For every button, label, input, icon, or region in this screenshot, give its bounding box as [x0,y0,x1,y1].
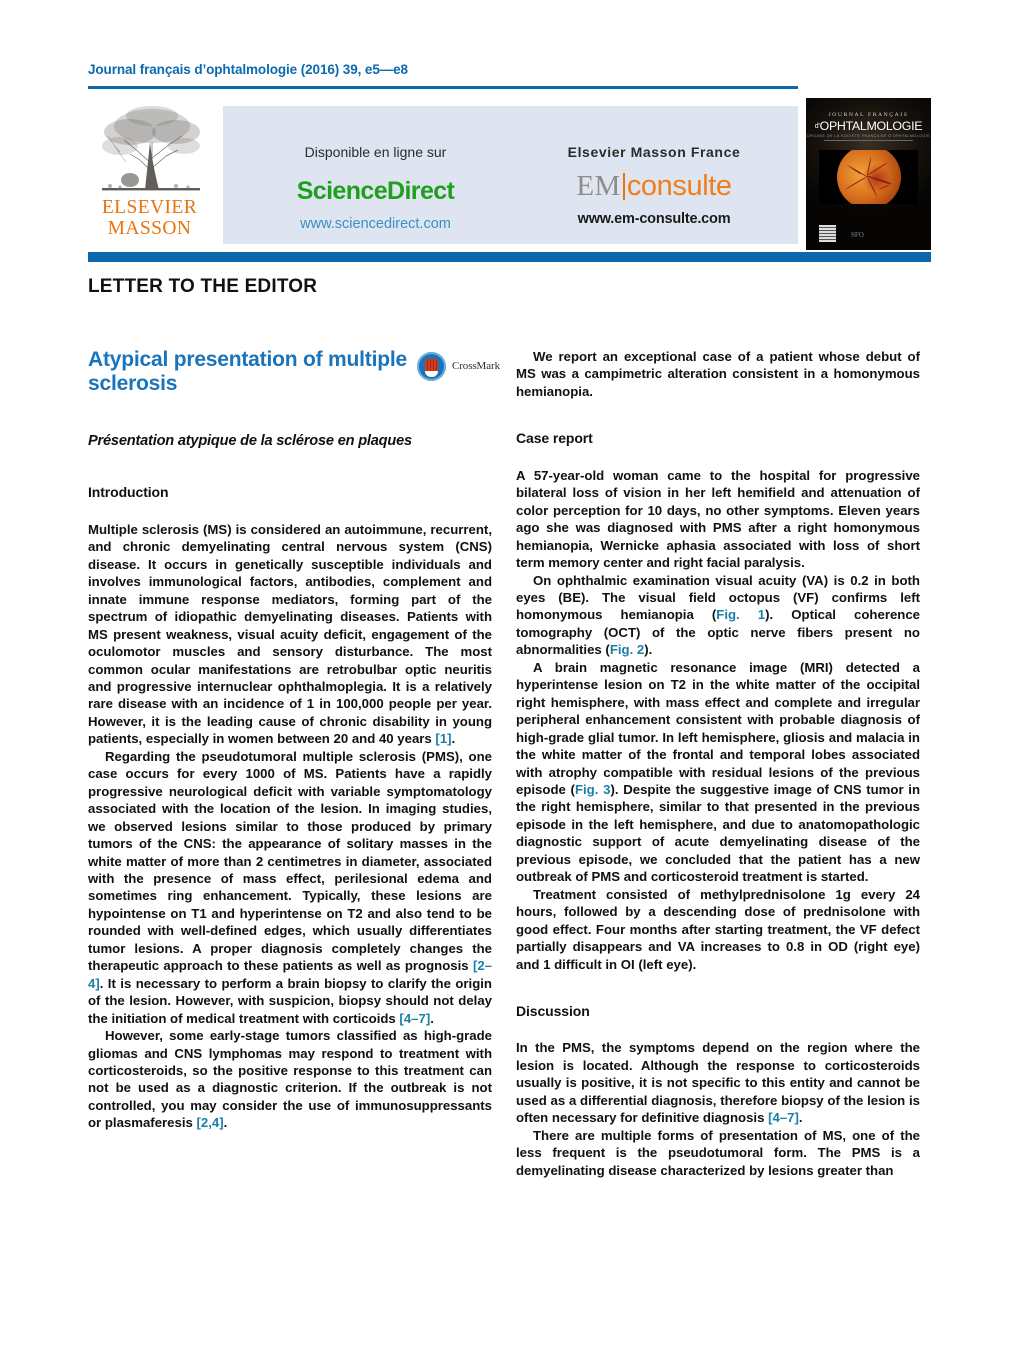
fundus-image [836,150,901,204]
logo-line-masson: MASSON [107,218,192,239]
section-label: LETTER TO THE EDITOR [88,276,318,297]
emconsulte-em: EM [576,170,621,202]
heading-introduction: Introduction [88,484,169,501]
society-logo-icon: SFO [851,231,864,239]
heading-discussion: Discussion [516,1002,590,1019]
cover-subtitle: ORGANE DE LA SOCIÉTÉ FRANÇAISE D’OPHTALM… [806,134,931,138]
elsevier-masson-logo: ELSEVIER MASSON [88,102,211,248]
emconsulte-lead: Elsevier Masson France [567,144,741,160]
tree-icon [102,106,200,191]
reference-link[interactable]: [4–7] [399,1011,430,1026]
cover-badge-right: SFO [850,228,870,242]
emconsulte-divider [622,173,625,200]
header-rule-bottom [88,252,931,262]
paragraph: On ophthalmic examination visual acuity … [516,572,920,659]
emconsulte-consulte: consulte [626,170,732,202]
header-rule-top [88,86,798,89]
reference-link[interactable]: [2,4] [197,1115,224,1130]
cover-badge-left [819,225,836,242]
paragraph-text: In the PMS, the symptoms depend on the r… [516,1040,920,1126]
sciencedirect-panel: Disponible en ligne sur ScienceDirect ww… [233,106,518,232]
logo-line-elsevier: ELSEVIER [101,197,198,218]
paragraph-tail: ). [644,642,653,658]
masthead: ELSEVIER MASSON Disponible en ligne sur … [88,100,798,248]
paragraph-tail: . [798,1110,803,1126]
figure-link[interactable]: Fig. 2 [610,642,644,657]
paragraph-text: A brain magnetic resonance image (MRI) d… [516,659,920,797]
paragraph-tail: . [430,1010,434,1026]
cover-kicker: JOURNAL FRANÇAIS [828,112,909,118]
article-page: Journal français d’ophtalmologie (2016) … [0,0,1021,1351]
sciencedirect-url[interactable]: www.sciencedirect.com [233,216,518,232]
paragraph: There are multiple forms of presentation… [516,1127,920,1178]
figure-link[interactable]: Fig. 1 [716,607,765,622]
cover-fundus-photo [819,150,918,204]
paragraph: We report an exceptional case of a patie… [516,349,920,399]
reference-link[interactable]: [1] [435,731,451,746]
left-column: Atypical presentation of multiple sclero… [88,348,492,1132]
emconsulte-panel: Elsevier Masson France EM consulte www.em… [513,106,795,227]
paragraph-text: However, some early-stage tumors classif… [88,1028,492,1131]
paragraph: In the PMS, the symptoms depend on the r… [516,1039,920,1126]
cover-title-main: OPHTALMOLOGIE [819,119,923,133]
page-title: Atypical presentation of multiple sclero… [88,348,407,395]
heading-case-report: Case report [516,430,593,447]
article-subtitle: Présentation atypique de la sclérose en … [88,433,412,449]
paragraph: Treatment consisted of methylprednisolon… [516,886,920,972]
paragraph: Multiple sclerosis (MS) is considered an… [88,521,492,748]
paragraph-text: Regarding the pseudotumoral multiple scl… [88,748,492,974]
emconsulte-wordmark: EM consulte [513,172,795,201]
figure-link[interactable]: Fig. 3 [575,782,611,797]
cover-title: d’OPHTALMOLOGIE [806,119,931,133]
paragraph-tail: ). Despite the suggestive image of CNS t… [516,781,921,885]
running-head: Journal français d’ophtalmologie (2016) … [88,62,408,77]
emconsulte-url[interactable]: www.em-consulte.com [513,211,795,227]
journal-cover-thumbnail: JOURNAL FRANÇAIS d’OPHTALMOLOGIE ORGANE … [806,98,931,250]
svg-text:SFO: SFO [851,231,864,239]
paragraph-tail: . [223,1115,228,1131]
reference-link[interactable]: [4–7] [768,1110,799,1125]
sciencedirect-wordmark: ScienceDirect [296,177,455,205]
paragraph: A brain magnetic resonance image (MRI) d… [516,659,920,886]
cover-divider [824,140,913,141]
paragraph-tail: . [451,731,456,747]
availability-band: Disponible en ligne sur ScienceDirect ww… [223,106,798,244]
paragraph: However, some early-stage tumors classif… [88,1027,492,1132]
right-column: We report an exceptional case of a patie… [516,348,920,1179]
sciencedirect-lead: Disponible en ligne sur [304,144,447,160]
paragraph: Regarding the pseudotumoral multiple scl… [88,748,492,1027]
paragraph: A 57-year-old woman came to the hospital… [516,467,920,571]
paragraph-text: Multiple sclerosis (MS) is considered an… [88,521,492,747]
